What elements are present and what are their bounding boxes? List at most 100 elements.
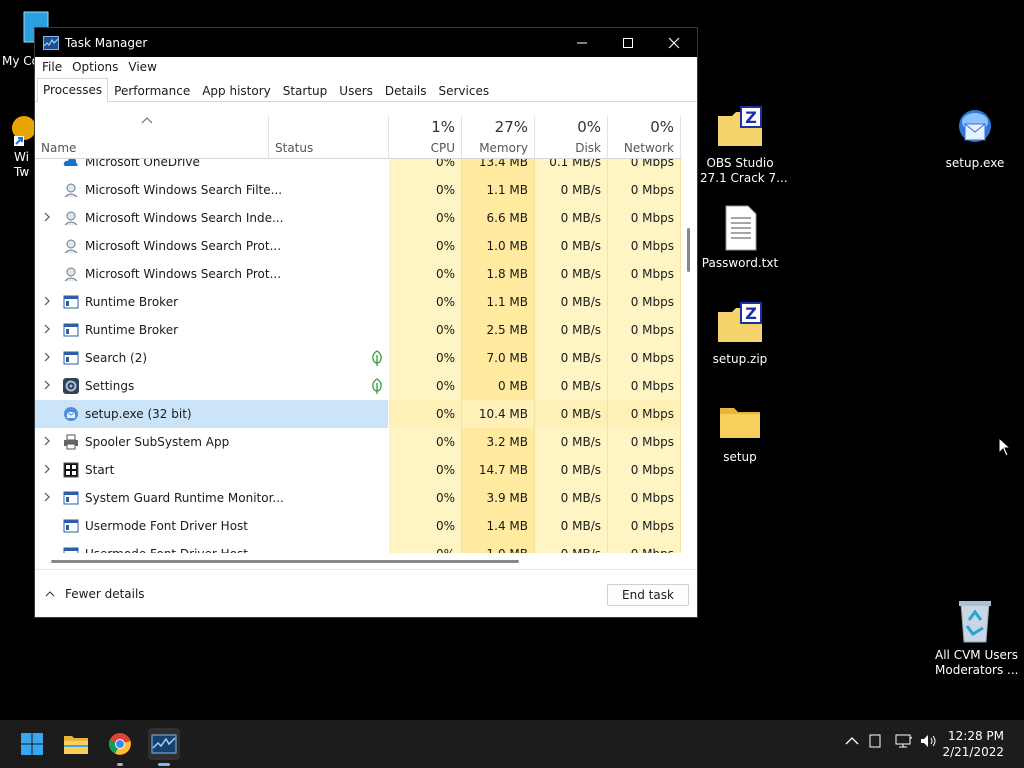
table-row[interactable]: Search (2) 0% 7.0 MB 0 MB/s 0 Mbps	[35, 344, 682, 372]
maximize-button[interactable]	[605, 28, 651, 57]
process-name-cell[interactable]: Start	[35, 456, 388, 484]
table-row[interactable]: Start 0% 14.7 MB 0 MB/s 0 Mbps	[35, 456, 682, 484]
process-name: setup.exe (32 bit)	[85, 407, 192, 421]
table-row[interactable]: Microsoft Windows Search Prot... 0% 1.8 MB…	[35, 260, 682, 288]
desktop-icon-password-txt[interactable]: Password.txt	[700, 204, 780, 271]
menu-view[interactable]: View	[123, 60, 161, 74]
taskbar-clock[interactable]: 12:28 PM 2/21/2022	[942, 728, 1004, 760]
process-name-cell[interactable]: Usermode Font Driver Host	[35, 512, 388, 540]
desktop-icon-setup-zip[interactable]: Z setup.zip	[700, 300, 780, 367]
process-list[interactable]: Microsoft OneDrive 0% 13.4 MB 0.1 MB/s 0 Mbp…	[35, 159, 682, 553]
column-header-name[interactable]: Name	[35, 116, 269, 159]
column-header-disk[interactable]: 0% Disk	[535, 116, 608, 159]
process-name-cell[interactable]: Runtime Broker	[35, 316, 388, 344]
search-service-icon	[63, 266, 79, 282]
process-name: Usermode Font Driver Host	[85, 547, 248, 553]
table-row[interactable]: Spooler SubSystem App 0% 3.2 MB 0 MB/s 0 Mbp…	[35, 428, 682, 456]
table-row[interactable]: Microsoft Windows Search Inde... 0% 6.6 MB…	[35, 204, 682, 232]
menu-file[interactable]: File	[37, 60, 67, 74]
disk-cell: 0 MB/s	[535, 232, 608, 260]
menu-options[interactable]: Options	[67, 60, 123, 74]
table-row[interactable]: Runtime Broker 0% 2.5 MB 0 MB/s 0 Mbps	[35, 316, 682, 344]
tab-processes[interactable]: Processes	[37, 78, 109, 102]
column-header-network[interactable]: 0% Network	[608, 116, 681, 159]
process-name-cell[interactable]: setup.exe (32 bit)	[35, 400, 388, 428]
table-row[interactable]: System Guard Runtime Monitor... 0% 3.9 MB 0…	[35, 484, 682, 512]
running-indicator	[117, 763, 123, 766]
process-name-cell[interactable]: Search (2)	[35, 344, 388, 372]
table-row[interactable]: Microsoft Windows Search Filte... 0% 1.1 M…	[35, 176, 682, 204]
cpu-cell: 0%	[389, 288, 462, 316]
network-cell: 0 Mbps	[608, 484, 681, 512]
table-row[interactable]: Runtime Broker 0% 1.1 MB 0 MB/s 0 Mbps	[35, 288, 682, 316]
tab-performance[interactable]: Performance	[108, 80, 196, 101]
desktop-icon-windows-tw[interactable]: Wi Tw	[0, 110, 38, 180]
table-row[interactable]: Usermode Font Driver Host 0% 1.4 MB 0 MB/s 0…	[35, 512, 682, 540]
disk-cell: 0 MB/s	[535, 428, 608, 456]
desktop-icon-recycle-bin[interactable]: All CVM Users Moderators ...	[935, 596, 1018, 678]
horizontal-scrollbar-thumb[interactable]	[51, 560, 519, 563]
tab-startup[interactable]: Startup	[277, 80, 334, 101]
process-name-cell[interactable]: Usermode Font Driver Host	[35, 540, 388, 553]
search-service-icon	[63, 182, 79, 198]
chevron-right-icon[interactable]	[43, 351, 51, 366]
tab-users[interactable]: Users	[333, 80, 379, 101]
vertical-scrollbar-thumb[interactable]	[687, 228, 690, 272]
desktop-icon-obs-studio[interactable]: Z OBS Studio 27.1 Crack 7...	[700, 104, 788, 186]
tab-services[interactable]: Services	[433, 80, 496, 101]
desktop-icon-label: setup	[723, 450, 757, 464]
process-name: Runtime Broker	[85, 295, 179, 309]
table-row-selected[interactable]: setup.exe (32 bit) 0% 10.4 MB 0 MB/s 0 Mbps	[35, 400, 682, 428]
column-header-cpu[interactable]: 1% CPU	[389, 116, 462, 159]
process-name-cell[interactable]: Runtime Broker	[35, 288, 388, 316]
process-name-cell[interactable]: Microsoft Windows Search Inde...	[35, 204, 388, 232]
process-name-cell[interactable]: Settings	[35, 372, 388, 400]
tray-volume-button[interactable]	[920, 734, 938, 752]
chevron-right-icon[interactable]	[43, 491, 51, 506]
process-name-cell[interactable]: Microsoft Windows Search Prot...	[35, 232, 388, 260]
process-name-cell[interactable]: Microsoft OneDrive	[35, 159, 388, 176]
disk-cell: 0 MB/s	[535, 316, 608, 344]
memory-cell: 13.4 MB	[462, 159, 535, 176]
column-header-status[interactable]: Status	[269, 116, 389, 159]
chevron-right-icon[interactable]	[43, 295, 51, 310]
footer-bar: Fewer details End task	[35, 569, 697, 618]
column-header-memory[interactable]: 27% Memory	[462, 116, 535, 159]
clock-date: 2/21/2022	[942, 745, 1004, 759]
table-row[interactable]: Settings 0% 0 MB 0 MB/s 0 Mbps	[35, 372, 682, 400]
process-name-cell[interactable]: Spooler SubSystem App	[35, 428, 388, 456]
disk-cell: 0 MB/s	[535, 456, 608, 484]
tray-tablet-button[interactable]	[869, 734, 881, 752]
table-row[interactable]: Usermode Font Driver Host 0%1.0 MB0 MB/s0…	[35, 540, 682, 553]
process-name-cell[interactable]: System Guard Runtime Monitor...	[35, 484, 388, 512]
desktop-icon-setup-exe[interactable]: setup.exe	[935, 104, 1015, 171]
chevron-right-icon[interactable]	[43, 435, 51, 450]
taskbar-chrome[interactable]	[104, 728, 136, 766]
process-name-cell[interactable]: Microsoft Windows Search Prot...	[35, 260, 388, 288]
desktop-icon-setup-folder[interactable]: setup	[700, 398, 780, 465]
show-hidden-icons-button[interactable]	[845, 734, 859, 750]
title-bar[interactable]: Task Manager	[35, 28, 697, 57]
zip-folder-icon: Z	[716, 104, 764, 152]
taskbar-file-explorer[interactable]	[60, 728, 92, 760]
end-task-button[interactable]: End task	[607, 584, 689, 606]
desktop-icon-label: setup.exe	[945, 156, 1005, 170]
table-row[interactable]: Microsoft OneDrive 0% 13.4 MB 0.1 MB/s 0 Mbp…	[35, 159, 682, 176]
fewer-details-toggle[interactable]: Fewer details	[45, 587, 145, 601]
chevron-right-icon[interactable]	[43, 323, 51, 338]
minimize-button[interactable]	[559, 28, 605, 57]
chevron-right-icon[interactable]	[43, 463, 51, 478]
chevron-right-icon[interactable]	[43, 211, 51, 226]
tray-network-button[interactable]	[895, 734, 913, 752]
chevron-right-icon[interactable]	[43, 379, 51, 394]
taskbar-task-manager[interactable]	[148, 728, 180, 766]
start-button[interactable]	[16, 728, 48, 760]
network-cell: 0 Mbps	[608, 428, 681, 456]
network-cell: 0 Mbps	[608, 204, 681, 232]
column-header-power[interactable]: Po	[681, 116, 682, 159]
tab-app-history[interactable]: App history	[196, 80, 277, 101]
table-row[interactable]: Microsoft Windows Search Prot... 0% 1.0 MB…	[35, 232, 682, 260]
tab-details[interactable]: Details	[379, 80, 433, 101]
close-button[interactable]	[651, 28, 697, 57]
process-name-cell[interactable]: Microsoft Windows Search Filte...	[35, 176, 388, 204]
